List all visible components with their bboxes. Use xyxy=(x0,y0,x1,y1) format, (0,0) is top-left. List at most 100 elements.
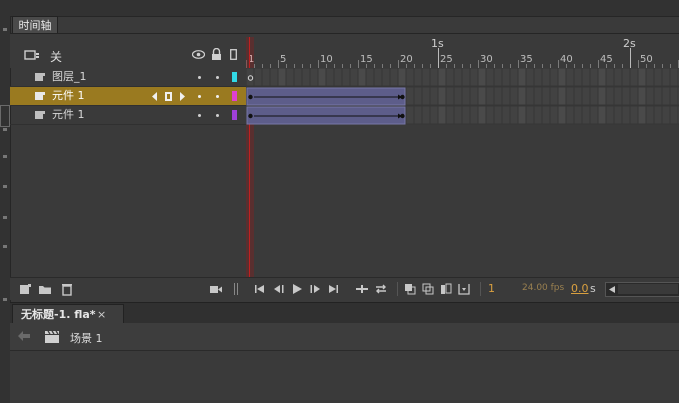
frame-cell xyxy=(581,105,591,125)
scrollbar-thumb[interactable] xyxy=(618,284,678,294)
frame-cell xyxy=(637,86,647,106)
step-forward-icon[interactable] xyxy=(308,282,322,296)
layer-icon xyxy=(35,73,45,81)
play-icon[interactable] xyxy=(290,282,304,296)
frame-cell xyxy=(485,68,495,87)
frame-cell xyxy=(533,86,543,106)
lock-dot[interactable] xyxy=(216,95,219,98)
strip-marker xyxy=(3,216,7,219)
frame-cell xyxy=(653,68,663,87)
frame-cell xyxy=(597,68,607,87)
frame-cell xyxy=(509,68,519,87)
document-tab-title: 无标题-1. fla* xyxy=(21,308,96,321)
frame-cell xyxy=(261,68,271,87)
strip-selected-tool[interactable] xyxy=(0,105,10,127)
lock-dot[interactable] xyxy=(216,76,219,79)
scroll-left-icon[interactable] xyxy=(608,285,616,294)
frame-cell xyxy=(469,105,479,125)
close-tab-icon[interactable]: × xyxy=(97,305,106,324)
layer-color-swatch[interactable] xyxy=(232,72,237,82)
go-to-first-frame-icon[interactable] xyxy=(253,282,267,296)
frame-cell xyxy=(301,68,311,87)
back-arrow-icon[interactable] xyxy=(18,331,30,341)
strip-marker xyxy=(3,155,7,158)
frame-cell xyxy=(549,86,559,106)
edit-multiple-frames-icon[interactable] xyxy=(439,282,453,296)
loop-icon[interactable] xyxy=(374,282,388,296)
current-frame-value[interactable]: 1 xyxy=(488,282,495,295)
frame-cell xyxy=(517,105,527,125)
frame-cell xyxy=(509,86,519,106)
visibility-dot[interactable] xyxy=(198,76,201,79)
scene-label: 关 xyxy=(50,50,63,64)
fps-value[interactable]: 24.00 fps xyxy=(522,283,564,293)
horizontal-scrollbar[interactable] xyxy=(605,282,679,297)
ruler-seconds-1s: 1s xyxy=(431,37,444,50)
scene-name[interactable]: 场景 1 xyxy=(70,330,103,346)
frame-cell xyxy=(525,86,535,106)
keyframe-start xyxy=(248,94,253,100)
frame-cell xyxy=(461,105,471,125)
frame-cell xyxy=(669,68,679,87)
ruler-frame-number: 45 xyxy=(600,54,613,65)
frame-cell xyxy=(437,105,447,125)
frame-cell xyxy=(405,86,415,106)
scene-layers-icon[interactable] xyxy=(24,49,40,61)
toolbar-divider xyxy=(234,283,235,295)
frame-cell xyxy=(293,68,303,87)
camera-icon[interactable] xyxy=(209,282,223,296)
frame-cell xyxy=(605,105,615,125)
eye-icon[interactable] xyxy=(192,50,205,59)
ruler-frame-number: 35 xyxy=(520,54,533,65)
frame-cell xyxy=(405,105,415,125)
onion-skin-outlines-icon[interactable] xyxy=(421,282,435,296)
timeline-toolbar: 1 24.00 fps 0.0 s xyxy=(10,277,679,300)
frame-cell xyxy=(341,68,351,87)
ruler-frame-number: 20 xyxy=(400,54,413,65)
stage-area[interactable] xyxy=(10,351,679,403)
visibility-dot[interactable] xyxy=(198,114,201,117)
ruler-frame-number: 15 xyxy=(360,54,373,65)
lock-dot[interactable] xyxy=(216,114,219,117)
breadcrumb: 场景 1 xyxy=(10,323,679,351)
layer-row-selected[interactable]: 元件 1 xyxy=(10,87,246,106)
frame-cell xyxy=(565,105,575,125)
frame-cell xyxy=(605,86,615,106)
frame-cell xyxy=(429,86,439,106)
frame-cell xyxy=(533,105,543,125)
frame-cell xyxy=(437,86,447,106)
frame-grid[interactable] xyxy=(246,68,679,125)
go-to-last-frame-icon[interactable] xyxy=(326,282,340,296)
frame-cell xyxy=(589,105,599,125)
layer-color-swatch[interactable] xyxy=(232,110,237,120)
step-back-icon[interactable] xyxy=(272,282,286,296)
frame-cell xyxy=(477,105,487,125)
document-tab[interactable]: 无标题-1. fla* × xyxy=(12,304,124,324)
timeline-panel-tab[interactable]: 时间轴 xyxy=(12,16,58,34)
frame-cell xyxy=(501,105,511,125)
ruler-frame-number: 5 xyxy=(280,54,286,65)
layer-color-swatch[interactable] xyxy=(232,91,237,101)
elapsed-time-value[interactable]: 0.0 xyxy=(571,282,589,295)
frame-cell xyxy=(445,86,455,106)
trash-icon[interactable] xyxy=(60,282,74,296)
frame-cell xyxy=(317,68,327,87)
keyframe-nav[interactable] xyxy=(151,91,187,102)
new-layer-icon[interactable] xyxy=(18,282,32,296)
frame-cell xyxy=(469,68,479,87)
layer-row[interactable]: 元件 1 xyxy=(10,106,246,125)
modify-onion-markers-icon[interactable] xyxy=(457,282,471,296)
keyframe-end xyxy=(400,94,405,100)
frame-cell xyxy=(501,86,511,106)
visibility-dot[interactable] xyxy=(198,95,201,98)
frame-cell xyxy=(661,68,671,87)
lock-icon[interactable] xyxy=(211,48,222,60)
frame-cell xyxy=(525,68,535,87)
onion-skin-icon[interactable] xyxy=(403,282,417,296)
layer-row[interactable]: 图层_1 xyxy=(10,68,246,87)
frame-ruler[interactable]: 1s 2s 1 5 10 15 20 25 30 35 40 45 50 xyxy=(246,34,679,68)
new-folder-icon[interactable] xyxy=(38,282,52,296)
center-frame-icon[interactable] xyxy=(355,282,369,296)
outline-icon[interactable] xyxy=(230,49,237,60)
frame-cell xyxy=(421,68,431,87)
